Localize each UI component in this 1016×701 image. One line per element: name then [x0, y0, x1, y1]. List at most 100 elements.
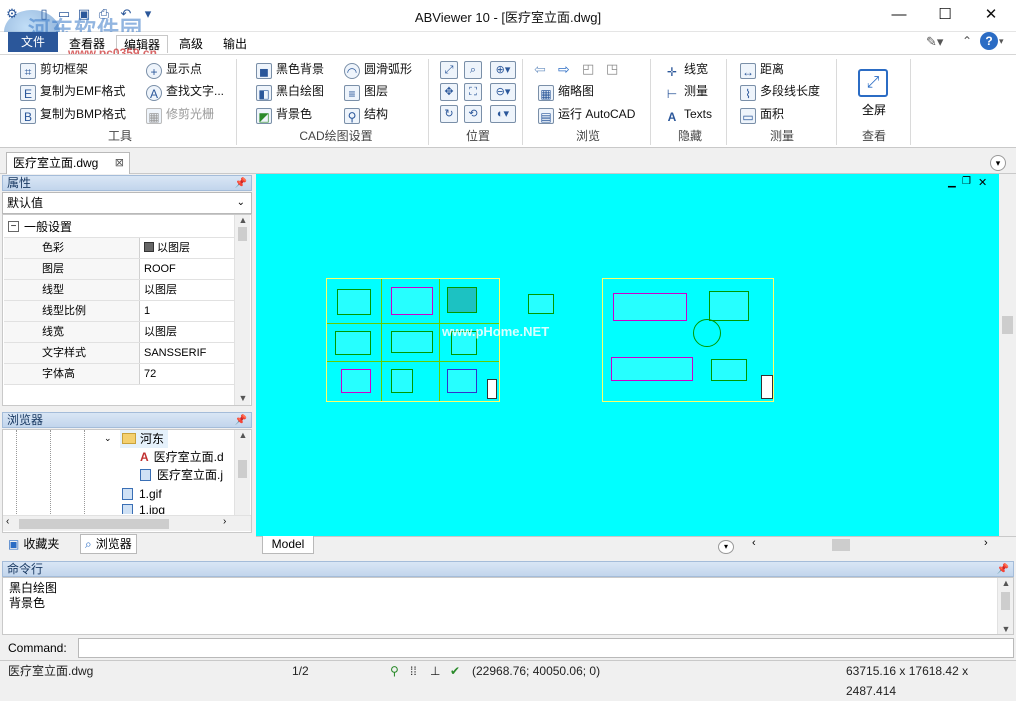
tree-item-folder[interactable]: 河东	[120, 430, 169, 448]
zoom-out-icon[interactable]: ⊖▾	[490, 83, 516, 101]
file-tab[interactable]: 文件	[8, 32, 58, 52]
forward-arrow-icon[interactable]: ⇨	[558, 61, 570, 78]
property-row[interactable]: 图层 ROOF	[4, 259, 234, 280]
tree-item-file[interactable]: 1.jpg	[122, 504, 165, 514]
fullscreen-icon[interactable]: ⤢	[858, 69, 888, 97]
scroll-thumb[interactable]	[238, 460, 247, 478]
layout-dropdown-icon[interactable]: ▾	[718, 540, 734, 554]
show-points-button[interactable]: + 显示点	[146, 59, 202, 79]
run-autocad-button[interactable]: ▤ 运行 AutoCAD	[538, 104, 635, 124]
canvas-close-icon[interactable]: ✕	[978, 176, 987, 189]
browser-vscrollbar[interactable]: ▲	[234, 430, 250, 515]
collapse-icon[interactable]: −	[8, 221, 19, 232]
thumbnail-button[interactable]: ▦ 缩略图	[538, 81, 594, 101]
view-dropdown-icon[interactable]: ◐▾	[490, 105, 516, 123]
orbit-icon[interactable]: ⟲	[464, 105, 482, 123]
previous-view-icon[interactable]: ◰	[582, 61, 594, 77]
snap-icon[interactable]: ⚲	[390, 661, 399, 681]
help-dropdown-icon[interactable]: ▾	[999, 36, 1004, 47]
favorites-tab[interactable]: ▣ 收藏夹	[8, 536, 59, 552]
background-color-button[interactable]: ◩ 背景色	[256, 104, 312, 124]
measure-toggle[interactable]: ⊢ 测量	[664, 81, 708, 101]
pin-icon[interactable]: 📌	[997, 563, 1009, 577]
zoom-window-icon[interactable]: ⤢	[440, 61, 458, 79]
tab-list-dropdown-icon[interactable]: ▾	[990, 155, 1006, 171]
back-arrow-icon[interactable]: ⇦	[534, 61, 546, 78]
collapse-ribbon-icon[interactable]: ⌃	[962, 34, 972, 48]
zoom-dropdown-icon[interactable]: ⊕▾	[490, 61, 516, 79]
smooth-arc-button[interactable]: ◠ 圆滑弧形	[344, 59, 412, 79]
tab-advanced[interactable]: 高级	[172, 35, 210, 53]
minimize-button[interactable]: —	[876, 0, 922, 30]
fit-icon[interactable]: ⛶	[464, 83, 482, 101]
fullscreen-label[interactable]: 全屏	[852, 101, 896, 118]
property-row[interactable]: 色彩 以图层	[4, 238, 234, 259]
pin-icon[interactable]: 📌	[235, 414, 247, 428]
help-icon[interactable]: ?	[980, 32, 998, 50]
black-white-button[interactable]: ◧ 黑白绘图	[256, 81, 324, 101]
drawing-canvas[interactable]: www.pHome.NET ▁ ❐ ✕	[256, 174, 999, 536]
trim-raster-button[interactable]: ▦ 修剪光栅	[146, 104, 214, 124]
property-scrollbar[interactable]: ▲ ▼	[234, 215, 250, 405]
command-input[interactable]	[78, 638, 1014, 658]
layers-button[interactable]: ≡ 图层	[344, 81, 388, 101]
polyline-length-button[interactable]: ⌇ 多段线长度	[740, 81, 820, 101]
style-dropdown-icon[interactable]: ✎▾	[926, 34, 943, 50]
close-tab-icon[interactable]: ⊠	[115, 153, 124, 173]
distance-button[interactable]: ↔ 距离	[740, 59, 784, 79]
canvas-minimize-icon[interactable]: ▁	[948, 177, 956, 188]
scroll-down-icon[interactable]: ▼	[998, 624, 1014, 634]
property-row[interactable]: 线型比例 1	[4, 301, 234, 322]
browser-tab[interactable]: ⌕ 浏览器	[80, 534, 137, 554]
copy-bmp-button[interactable]: B 复制为BMP格式	[20, 104, 126, 124]
area-button[interactable]: ▭ 面积	[740, 104, 784, 124]
ortho-icon[interactable]: ⊥	[430, 661, 440, 681]
copy-emf-button[interactable]: E 复制为EMF格式	[20, 81, 125, 101]
property-row[interactable]: 文字样式 SANSSERIF	[4, 343, 234, 364]
scroll-up-icon[interactable]: ▲	[235, 215, 251, 225]
browser-hscrollbar[interactable]: ‹ ›	[3, 515, 251, 531]
rotate-3d-icon[interactable]: ↻	[440, 105, 458, 123]
pan-icon[interactable]: ✥	[440, 83, 458, 101]
property-row[interactable]: 字体高 72	[4, 364, 234, 385]
tree-item-file[interactable]: A 医疗室立面.d	[140, 449, 234, 465]
tree-item-file[interactable]: 医疗室立面.j	[140, 467, 234, 483]
scroll-right-icon[interactable]: ›	[984, 537, 988, 549]
cut-frame-button[interactable]: ⌗ 剪切框架	[20, 59, 88, 79]
scroll-left-icon[interactable]: ‹	[6, 516, 9, 527]
scroll-up-icon[interactable]: ▲	[998, 578, 1014, 588]
document-tab[interactable]: 医疗室立面.dwg ⊠	[6, 152, 130, 174]
property-filter-dropdown[interactable]: 默认值 ⌄	[2, 192, 252, 214]
model-tab[interactable]: Model	[262, 536, 314, 554]
canvas-hscrollbar[interactable]: ‹ ›	[750, 537, 998, 553]
canvas-restore-icon[interactable]: ❐	[962, 176, 971, 187]
pin-icon[interactable]: 📌	[235, 177, 247, 191]
structure-button[interactable]: ⚲ 结构	[344, 104, 388, 124]
tab-output[interactable]: 输出	[216, 35, 254, 53]
lineweight-toggle[interactable]: ✛ 线宽	[664, 59, 708, 79]
scroll-up-icon[interactable]: ▲	[235, 430, 251, 440]
scroll-thumb[interactable]	[19, 519, 169, 529]
property-row[interactable]: 线型 以图层	[4, 280, 234, 301]
scroll-thumb[interactable]	[238, 227, 247, 241]
grid-icon[interactable]: ⁞⁞	[410, 661, 417, 681]
scroll-down-icon[interactable]: ▼	[235, 393, 251, 403]
command-scrollbar[interactable]: ▲ ▼	[997, 578, 1013, 634]
close-button[interactable]: ✕	[968, 0, 1014, 30]
expand-icon[interactable]: ⌄	[104, 433, 112, 444]
scroll-thumb[interactable]	[1002, 316, 1013, 334]
polar-icon[interactable]: ✔	[450, 661, 460, 681]
scroll-left-icon[interactable]: ‹	[752, 537, 756, 549]
tree-item-file[interactable]: 1.gif	[122, 486, 162, 502]
find-text-button[interactable]: A 查找文字...	[146, 81, 224, 101]
texts-toggle[interactable]: A Texts	[664, 104, 712, 124]
scroll-thumb[interactable]	[1001, 592, 1010, 610]
scroll-thumb[interactable]	[832, 539, 850, 551]
canvas-vscrollbar[interactable]	[999, 174, 1016, 536]
property-section-header[interactable]: − 一般设置	[4, 217, 234, 238]
next-view-icon[interactable]: ◳	[606, 61, 618, 77]
black-background-button[interactable]: ◼ 黑色背景	[256, 59, 324, 79]
maximize-button[interactable]: ☐	[922, 0, 968, 30]
scroll-right-icon[interactable]: ›	[223, 516, 226, 527]
property-row[interactable]: 线宽 以图层	[4, 322, 234, 343]
